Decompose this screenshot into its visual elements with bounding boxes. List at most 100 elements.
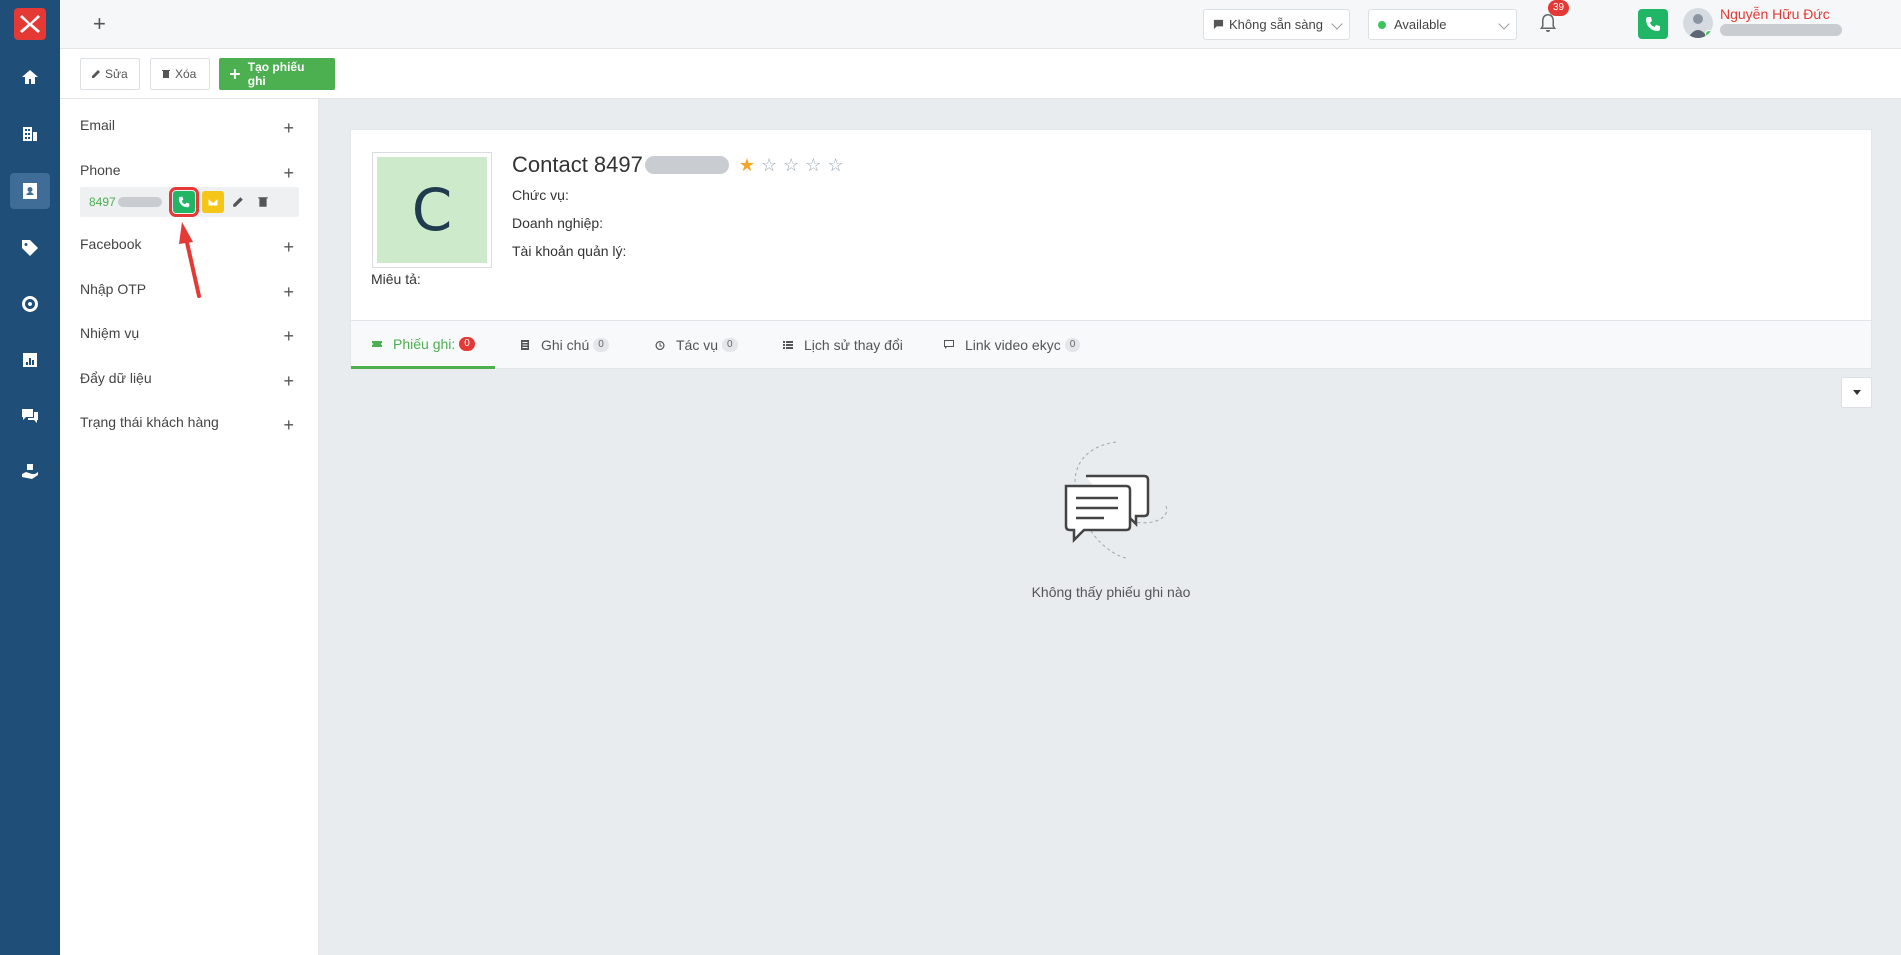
- rating-stars: ★ ☆ ☆ ☆ ☆: [739, 155, 850, 176]
- contact-avatar: C: [372, 152, 492, 268]
- tab-tickets-label: Phiếu ghi:: [393, 335, 456, 352]
- tag-icon: [22, 240, 38, 256]
- star-icon-3[interactable]: ☆: [783, 155, 799, 176]
- field-description: Miêu tả:: [371, 271, 421, 287]
- chevron-down-icon: [1498, 18, 1510, 30]
- message-icon: [1213, 19, 1224, 30]
- add-tab-button[interactable]: +: [93, 13, 106, 35]
- tab-ekyc-video-count: 0: [1064, 338, 1081, 352]
- contact-card: C Contact 8497 ★ ☆ ☆ ☆ ☆ Chức vụ: Doanh …: [350, 129, 1872, 369]
- create-ticket-button[interactable]: Tạo phiếu ghi: [219, 58, 335, 90]
- add-push-data-button[interactable]: +: [283, 370, 294, 392]
- alarm-icon: [655, 341, 665, 350]
- trash-icon: [258, 197, 268, 207]
- availability-select[interactable]: Available: [1368, 9, 1517, 40]
- tab-notes-label: Ghi chú: [541, 337, 590, 353]
- field-company: Doanh nghiệp:: [512, 215, 604, 231]
- tab-ekyc-video[interactable]: Link video ekyc 0: [943, 321, 1081, 369]
- online-status-dot: [1705, 30, 1713, 38]
- tab-history-label: Lịch sử thay đổi: [804, 337, 903, 353]
- flag-icon: [944, 340, 954, 349]
- logo-x-icon: [20, 15, 40, 33]
- tab-notes-count: 0: [593, 338, 609, 352]
- section-tasks-label: Nhiệm vụ: [80, 325, 140, 341]
- section-email: Email +: [80, 117, 302, 139]
- phone-number[interactable]: 8497: [89, 195, 116, 209]
- hand-box-icon: [22, 464, 38, 479]
- note-icon: [521, 340, 529, 350]
- contact-avatar-letter: C: [377, 157, 487, 263]
- star-icon-5[interactable]: ☆: [827, 155, 843, 176]
- edit-button[interactable]: Sửa: [80, 58, 140, 90]
- user-subtitle-redacted: [1720, 24, 1842, 36]
- top-header: +: [60, 0, 1901, 49]
- user-name[interactable]: Nguyễn Hữu Đức: [1720, 6, 1830, 22]
- nav-contacts[interactable]: [10, 173, 50, 209]
- delete-phone-button[interactable]: [252, 191, 274, 213]
- add-otp-button[interactable]: +: [283, 281, 294, 303]
- building-icon: [23, 127, 37, 141]
- main-nav: [0, 0, 60, 955]
- list-icon: [783, 341, 793, 349]
- empty-chat-illustration: [1064, 441, 1168, 559]
- star-icon-2[interactable]: ☆: [761, 155, 777, 176]
- contact-name: Contact 8497: [512, 152, 643, 177]
- notification-bell[interactable]: [1538, 13, 1558, 35]
- add-task-button[interactable]: +: [283, 325, 294, 347]
- tab-tickets[interactable]: Phiếu ghi: 0: [351, 321, 495, 369]
- tab-history[interactable]: Lịch sử thay đổi: [782, 321, 903, 369]
- phone-icon: [1646, 17, 1660, 31]
- section-otp-label: Nhập OTP: [80, 281, 147, 297]
- add-phone-button[interactable]: +: [283, 162, 294, 184]
- user-avatar[interactable]: [1683, 8, 1713, 38]
- section-customer-status: Trạng thái khách hàng +: [80, 414, 302, 436]
- available-dot-icon: [1378, 20, 1386, 29]
- tab-notes[interactable]: Ghi chú 0: [519, 321, 609, 369]
- phone-number-redacted: [118, 197, 162, 207]
- star-icon-4[interactable]: ☆: [805, 155, 821, 176]
- phone-list-item: 8497: [80, 187, 299, 217]
- status-select-value: Không sẵn sàng: [1229, 17, 1323, 32]
- create-ticket-label: Tạo phiếu ghi: [247, 60, 305, 88]
- bell-icon: [1540, 14, 1556, 32]
- contact-card-icon: [23, 183, 37, 199]
- star-icon-1[interactable]: ★: [739, 155, 755, 176]
- tab-actions-count: 0: [722, 338, 738, 352]
- add-email-button[interactable]: +: [283, 117, 294, 139]
- caret-down-icon: [1852, 390, 1861, 395]
- add-customer-status-button[interactable]: +: [283, 414, 294, 436]
- edit-phone-button[interactable]: [227, 191, 249, 213]
- sms-button[interactable]: [202, 191, 224, 213]
- nav-reports[interactable]: [10, 342, 50, 378]
- add-facebook-button[interactable]: +: [283, 236, 294, 258]
- dialer-button[interactable]: [1638, 9, 1668, 39]
- pencil-icon: [233, 197, 243, 207]
- call-phone-button[interactable]: [169, 187, 199, 217]
- app-logo[interactable]: [14, 8, 46, 40]
- field-account-manager: Tài khoản quản lý:: [512, 243, 627, 259]
- nav-support[interactable]: [10, 454, 50, 490]
- action-toolbar: Sửa Xóa Tạo phiếu ghi: [60, 49, 1901, 99]
- nav-home[interactable]: [10, 59, 50, 95]
- section-phone: Phone +: [80, 162, 302, 184]
- empty-state-message: Không thấy phiếu ghi nào: [1031, 584, 1191, 600]
- contact-tabs: Phiếu ghi: 0 Ghi chú 0 Tác vụ 0 Lịch sử …: [351, 320, 1871, 369]
- nav-chat[interactable]: [10, 398, 50, 434]
- nav-target[interactable]: [10, 286, 50, 322]
- status-select[interactable]: Không sẵn sàng: [1203, 9, 1350, 40]
- section-phone-label: Phone: [80, 162, 121, 178]
- annotation-arrow: [179, 222, 201, 298]
- tab-ekyc-video-label: Link video ekyc: [965, 337, 1061, 353]
- options-dropdown-button[interactable]: [1841, 377, 1872, 408]
- delete-button[interactable]: Xóa: [150, 58, 210, 90]
- nav-companies[interactable]: [10, 116, 50, 152]
- section-push-data-label: Đẩy dữ liệu: [80, 370, 152, 386]
- section-facebook-label: Facebook: [80, 236, 142, 252]
- pencil-icon: [92, 70, 100, 78]
- chevron-down-icon: [1331, 18, 1343, 30]
- trash-icon: [162, 70, 170, 78]
- tab-actions-label: Tác vụ: [676, 337, 719, 353]
- phone-call-icon: [178, 196, 190, 208]
- nav-tags[interactable]: [10, 230, 50, 266]
- tab-actions[interactable]: Tác vụ 0: [654, 321, 738, 369]
